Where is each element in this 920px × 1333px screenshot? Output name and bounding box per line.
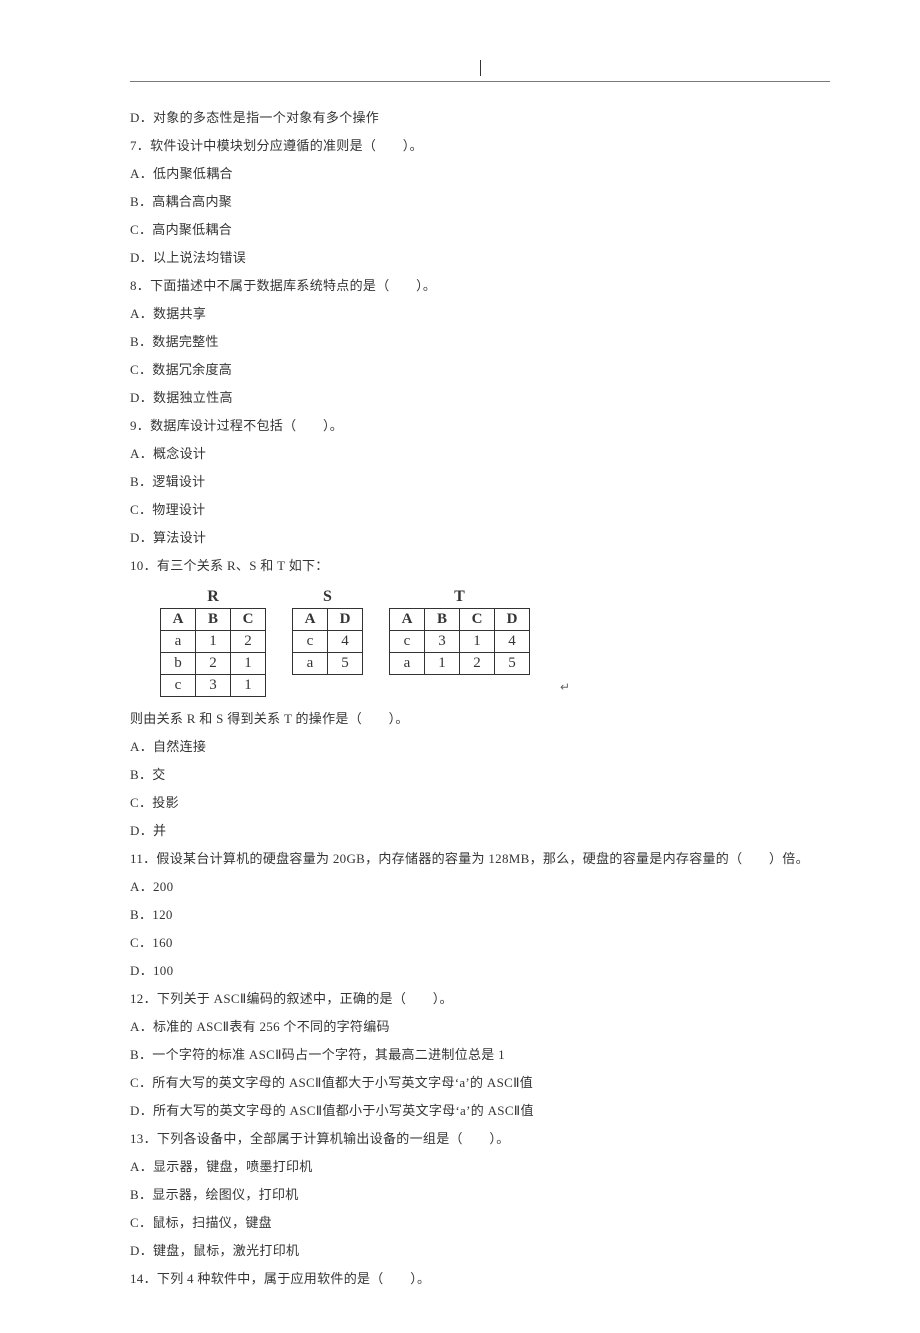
text-line: A．200 <box>130 873 830 901</box>
relation-R: R A B C a 1 2 b 2 1 <box>160 588 266 697</box>
text-line: 10．有三个关系 R、S 和 T 如下： <box>130 552 830 580</box>
table-cell: 3 <box>196 675 231 697</box>
text-line: A．概念设计 <box>130 440 830 468</box>
text-line: C．160 <box>130 929 830 957</box>
table-header: B <box>425 609 460 631</box>
table-cell: 1 <box>460 631 495 653</box>
table-header: A <box>161 609 196 631</box>
table-cell: 2 <box>231 631 266 653</box>
table-cell: 4 <box>495 631 530 653</box>
text-line: 7．软件设计中模块划分应遵循的准则是（ ）。 <box>130 132 830 160</box>
table-cell: 1 <box>196 631 231 653</box>
text-line: C．物理设计 <box>130 496 830 524</box>
text-line: D．并 <box>130 817 830 845</box>
text-line: D．对象的多态性是指一个对象有多个操作 <box>130 104 830 132</box>
text-line: B．120 <box>130 901 830 929</box>
document-page: D．对象的多态性是指一个对象有多个操作 7．软件设计中模块划分应遵循的准则是（ … <box>0 0 920 1333</box>
table-cell: c <box>390 631 425 653</box>
page-header <box>130 64 830 82</box>
text-line: A．标准的 ASCⅡ表有 256 个不同的字符编码 <box>130 1013 830 1041</box>
table-cell: c <box>161 675 196 697</box>
table-cell: 3 <box>425 631 460 653</box>
table-header: C <box>231 609 266 631</box>
text-line: A．显示器，键盘，喷墨打印机 <box>130 1153 830 1181</box>
table-cell: a <box>161 631 196 653</box>
text-line: D．键盘，鼠标，激光打印机 <box>130 1237 830 1265</box>
relations-figure: R A B C a 1 2 b 2 1 <box>160 588 830 697</box>
table-cell: 5 <box>495 653 530 675</box>
text-line: 14．下列 4 种软件中，属于应用软件的是（ ）。 <box>130 1265 830 1293</box>
text-line: 则由关系 R 和 S 得到关系 T 的操作是（ ）。 <box>130 705 830 733</box>
text-line: A．低内聚低耦合 <box>130 160 830 188</box>
text-line: B．一个字符的标准 ASCⅡ码占一个字符，其最高二进制位总是 1 <box>130 1041 830 1069</box>
text-line: A．数据共享 <box>130 300 830 328</box>
table-cell: c <box>293 631 328 653</box>
header-rule <box>130 81 830 82</box>
text-line: A．自然连接 <box>130 733 830 761</box>
relation-T: T A B C D c 3 1 4 a <box>389 588 530 675</box>
text-line: 13．下列各设备中，全部属于计算机输出设备的一组是（ ）。 <box>130 1125 830 1153</box>
text-cursor <box>480 60 481 76</box>
relation-table: A B C a 1 2 b 2 1 c <box>160 608 266 697</box>
relation-table: A B C D c 3 1 4 a 1 2 5 <box>389 608 530 675</box>
relation-title: R <box>207 588 219 606</box>
text-line: D．所有大写的英文字母的 ASCⅡ值都小于小写英文字母‘a’的 ASCⅡ值 <box>130 1097 830 1125</box>
table-cell: a <box>293 653 328 675</box>
text-line: C．所有大写的英文字母的 ASCⅡ值都大于小写英文字母‘a’的 ASCⅡ值 <box>130 1069 830 1097</box>
text-line: C．高内聚低耦合 <box>130 216 830 244</box>
text-line: D．100 <box>130 957 830 985</box>
table-cell: 2 <box>460 653 495 675</box>
table-cell: 5 <box>328 653 363 675</box>
table-cell: 4 <box>328 631 363 653</box>
table-header: D <box>495 609 530 631</box>
paragraph-mark-icon: ↵ <box>556 680 570 697</box>
table-header: B <box>196 609 231 631</box>
text-line: C．鼠标，扫描仪，键盘 <box>130 1209 830 1237</box>
table-header: A <box>293 609 328 631</box>
text-line: D．以上说法均错误 <box>130 244 830 272</box>
table-header: C <box>460 609 495 631</box>
text-line: 8．下面描述中不属于数据库系统特点的是（ ）。 <box>130 272 830 300</box>
text-line: C．投影 <box>130 789 830 817</box>
text-line: B．数据完整性 <box>130 328 830 356</box>
relation-title: T <box>454 588 465 606</box>
text-line: B．显示器，绘图仪，打印机 <box>130 1181 830 1209</box>
text-line: C．数据冗余度高 <box>130 356 830 384</box>
table-cell: 1 <box>231 653 266 675</box>
text-line: D．数据独立性高 <box>130 384 830 412</box>
table-cell: 2 <box>196 653 231 675</box>
table-cell: 1 <box>425 653 460 675</box>
relation-S: S A D c 4 a 5 <box>292 588 363 675</box>
table-cell: 1 <box>231 675 266 697</box>
text-line: D．算法设计 <box>130 524 830 552</box>
text-line: B．高耦合高内聚 <box>130 188 830 216</box>
text-line: B．交 <box>130 761 830 789</box>
relation-title: S <box>323 588 332 606</box>
table-header: A <box>390 609 425 631</box>
text-line: 12．下列关于 ASCⅡ编码的叙述中，正确的是（ ）。 <box>130 985 830 1013</box>
table-cell: b <box>161 653 196 675</box>
text-line: 9．数据库设计过程不包括（ ）。 <box>130 412 830 440</box>
text-line: B．逻辑设计 <box>130 468 830 496</box>
table-header: D <box>328 609 363 631</box>
table-cell: a <box>390 653 425 675</box>
text-line: 11．假设某台计算机的硬盘容量为 20GB，内存储器的容量为 128MB，那么，… <box>130 845 830 873</box>
relation-table: A D c 4 a 5 <box>292 608 363 675</box>
